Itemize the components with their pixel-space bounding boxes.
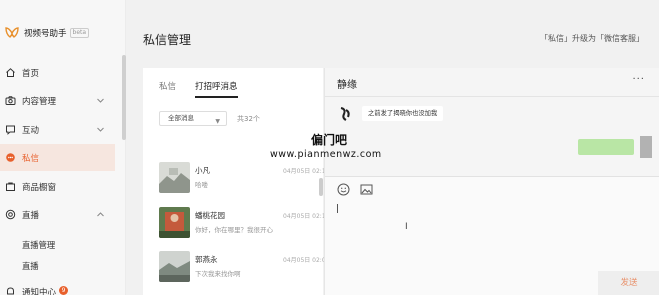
contact-name: 郭燕永 [195, 255, 218, 264]
butterfly-logo-icon [5, 27, 19, 38]
chevron-down-icon [97, 127, 104, 132]
more-options-button[interactable]: ··· [632, 74, 645, 85]
sidebar-item-label: 私信 [22, 153, 40, 164]
wechat-service-link[interactable]: 「私信」升级为「微信客服」 [540, 33, 644, 44]
message-time: 04月05日 02:16 [283, 168, 330, 175]
bell-icon [5, 286, 16, 295]
message-filter-select[interactable]: 全部消息 ▼ [159, 111, 227, 126]
sidebar-item-label: 首页 [22, 68, 40, 79]
message-time: 04月05日 02:04 [283, 257, 330, 264]
sidebar-item-shop-window[interactable]: 商品橱窗 [0, 173, 115, 200]
sidebar-item-label: 互动 [22, 125, 40, 136]
sidebar-item-label: 直播管理 [22, 239, 56, 250]
emoji-icon[interactable] [337, 183, 350, 196]
filter-value: 全部消息 [168, 114, 194, 122]
chevron-down-icon [97, 98, 104, 103]
list-scrollbar[interactable] [319, 178, 323, 196]
list-item[interactable]: 小凡 哈喽 04月05日 02:16 [159, 162, 329, 196]
chat-bubble-icon [5, 152, 16, 163]
tab-greeting-messages[interactable]: 打招呼消息 [195, 80, 238, 92]
sidebar-item-label: 直播 [22, 261, 39, 271]
app-logo[interactable]: 视频号助手 beta [5, 27, 90, 39]
image-icon[interactable] [360, 183, 373, 196]
tab-private-messages[interactable]: 私信 [159, 80, 176, 92]
outgoing-message [578, 139, 634, 155]
contact-avatar [337, 106, 353, 122]
chat-header-divider [325, 96, 659, 97]
conversation-list-panel: 私信 打招呼消息 全部消息 ▼ 共32个 小凡 哈喽 04月05日 02:16 … [143, 68, 329, 295]
page-title: 私信管理 [143, 33, 192, 47]
sidebar-scrollbar[interactable] [122, 55, 126, 140]
message-preview: 哈喽 [195, 181, 208, 189]
home-icon [5, 67, 16, 78]
sidebar-item-label: 通知中心 [22, 288, 57, 295]
message-editor[interactable]: I 发送 [325, 177, 659, 295]
app-title: 视频号助手 [24, 29, 67, 39]
chat-contact-name: 静缘 [337, 80, 357, 91]
sidebar-item-label: 直播 [22, 210, 40, 221]
camera-icon [5, 95, 16, 106]
sidebar-item-home[interactable]: 首页 [0, 59, 115, 86]
avatar [159, 251, 190, 282]
sidebar-item-live[interactable]: 直播 [0, 201, 115, 228]
sidebar-item-notifications[interactable]: 通知中心 9 [0, 282, 115, 295]
avatar [159, 162, 190, 193]
ibeam-cursor-icon: I [405, 222, 408, 232]
contact-name: 蟠桃花园 [195, 211, 225, 220]
avatar [159, 207, 190, 238]
message-icon [5, 124, 16, 135]
chevron-down-icon: ▼ [215, 118, 220, 125]
sidebar-item-label: 内容管理 [22, 96, 57, 107]
conversation-count: 共32个 [237, 115, 260, 123]
notification-badge: 9 [59, 286, 69, 295]
list-item[interactable]: 蟠桃花园 你好，你在哪里？我很开心 04月05日 02:16 [159, 207, 329, 241]
text-caret [337, 204, 338, 213]
message-preview: 你好，你在哪里？我很开心 [195, 226, 273, 234]
message-preview: 下次我来找你啊 [195, 270, 241, 278]
message-time: 04月05日 02:16 [283, 213, 330, 220]
sidebar-item-live-sub[interactable]: 直播 [0, 259, 115, 273]
list-item[interactable]: 郭燕永 下次我来找你啊 04月05日 02:04 [159, 251, 329, 285]
sidebar-item-private-messages[interactable]: 私信 [0, 144, 115, 171]
beta-badge: beta [69, 28, 90, 38]
live-icon [5, 209, 16, 220]
watermark-title: 偏门吧 [311, 133, 348, 147]
incoming-message: 之前发了揭晓你也没加我 [362, 106, 444, 121]
sidebar-item-label: 商品橱窗 [22, 182, 57, 193]
sidebar: 视频号助手 beta 首页 内容管理 互动 私信 商品橱窗 直播 直播管理 直播… [0, 0, 126, 295]
contact-name: 小凡 [195, 166, 210, 175]
sidebar-item-live-management[interactable]: 直播管理 [0, 231, 115, 258]
chevron-up-icon [97, 212, 104, 217]
sidebar-item-content-management[interactable]: 内容管理 [0, 87, 115, 114]
active-tab-indicator [195, 96, 238, 98]
sidebar-item-interaction[interactable]: 互动 [0, 116, 115, 143]
shop-icon [5, 181, 16, 192]
send-button[interactable]: 发送 [598, 271, 659, 295]
own-avatar [640, 136, 652, 158]
watermark-url: www.pianmenwz.com [270, 149, 382, 160]
chat-panel: 静缘 ··· 之前发了揭晓你也没加我 I 发送 [324, 68, 659, 295]
